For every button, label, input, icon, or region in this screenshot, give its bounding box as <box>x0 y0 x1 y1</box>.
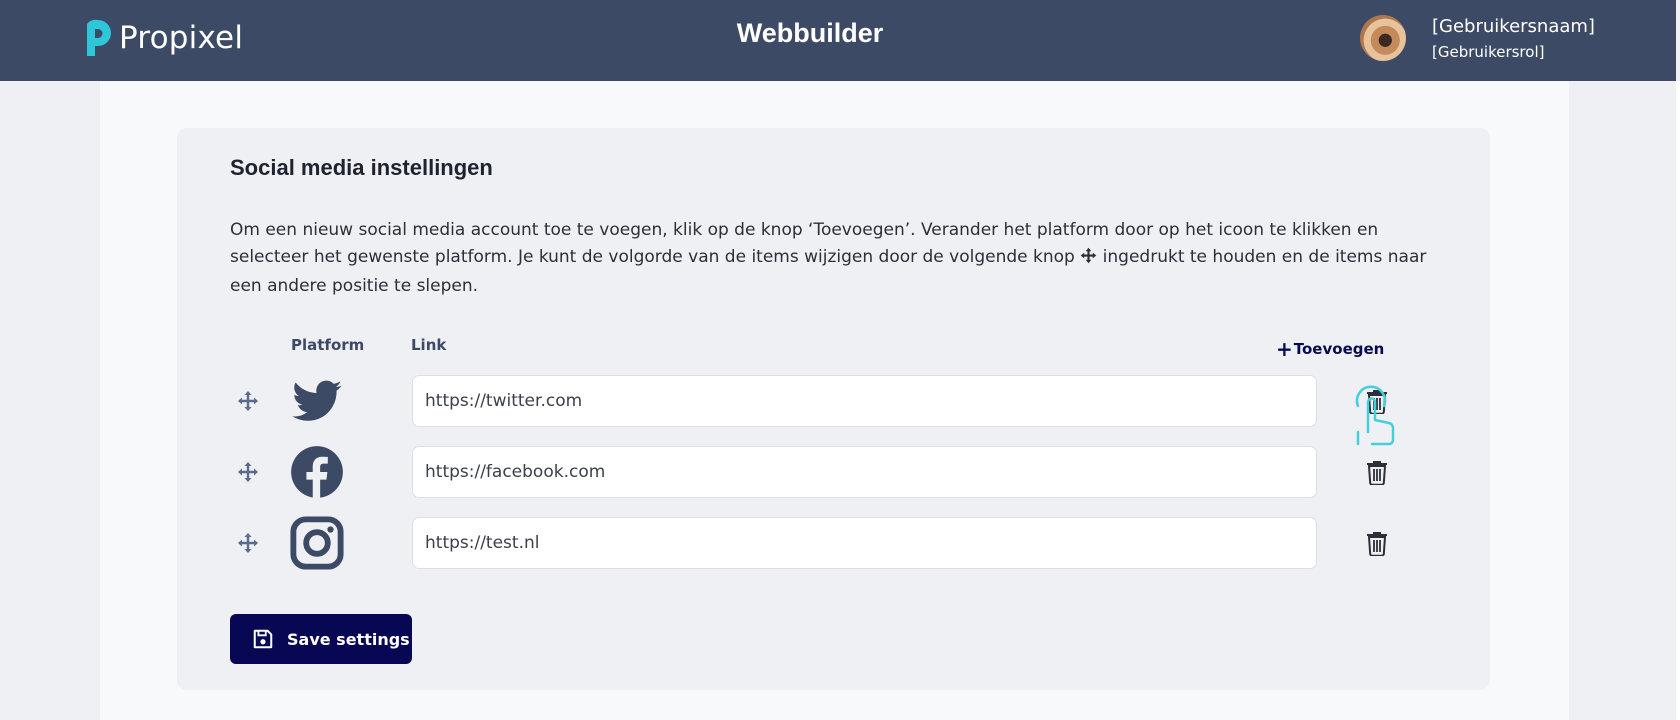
facebook-link-input[interactable] <box>412 446 1317 498</box>
trash-icon[interactable] <box>1365 388 1389 415</box>
save-settings-button[interactable]: Save settings <box>230 614 412 664</box>
facebook-icon[interactable] <box>290 445 344 499</box>
column-header-link: Link <box>411 336 447 354</box>
section-description: Om een nieuw social media account toe te… <box>230 217 1445 300</box>
top-bar: Propixel Webbuilder [Gebruikersnaam] [Ge… <box>0 0 1676 81</box>
instagram-link-input[interactable] <box>412 517 1317 569</box>
drag-handle-icon[interactable] <box>236 389 260 413</box>
floppy-disk-icon <box>252 628 274 650</box>
drag-handle-icon[interactable] <box>236 460 260 484</box>
user-role: [Gebruikersrol] <box>1432 43 1545 61</box>
drag-handle-icon[interactable] <box>236 531 260 555</box>
twitter-link-input[interactable] <box>412 375 1317 427</box>
instagram-icon[interactable] <box>290 516 344 570</box>
column-header-platform: Platform <box>291 336 365 354</box>
window-edge <box>1676 81 1680 720</box>
add-account-button[interactable]: + Toevoegen <box>1276 339 1384 359</box>
section-title: Social media instellingen <box>230 155 493 180</box>
trash-icon[interactable] <box>1365 530 1389 557</box>
user-avatar[interactable] <box>1360 15 1406 61</box>
user-name: [Gebruikersnaam] <box>1432 16 1595 37</box>
add-account-label: Toevoegen <box>1293 340 1385 358</box>
plus-icon: + <box>1276 337 1293 361</box>
move-icon <box>1080 246 1097 273</box>
social-row-twitter <box>230 374 1430 428</box>
social-row-facebook <box>230 445 1430 499</box>
trash-icon[interactable] <box>1365 459 1389 486</box>
social-row-instagram <box>230 516 1430 570</box>
twitter-icon[interactable] <box>290 374 344 428</box>
save-settings-label: Save settings <box>287 629 410 649</box>
